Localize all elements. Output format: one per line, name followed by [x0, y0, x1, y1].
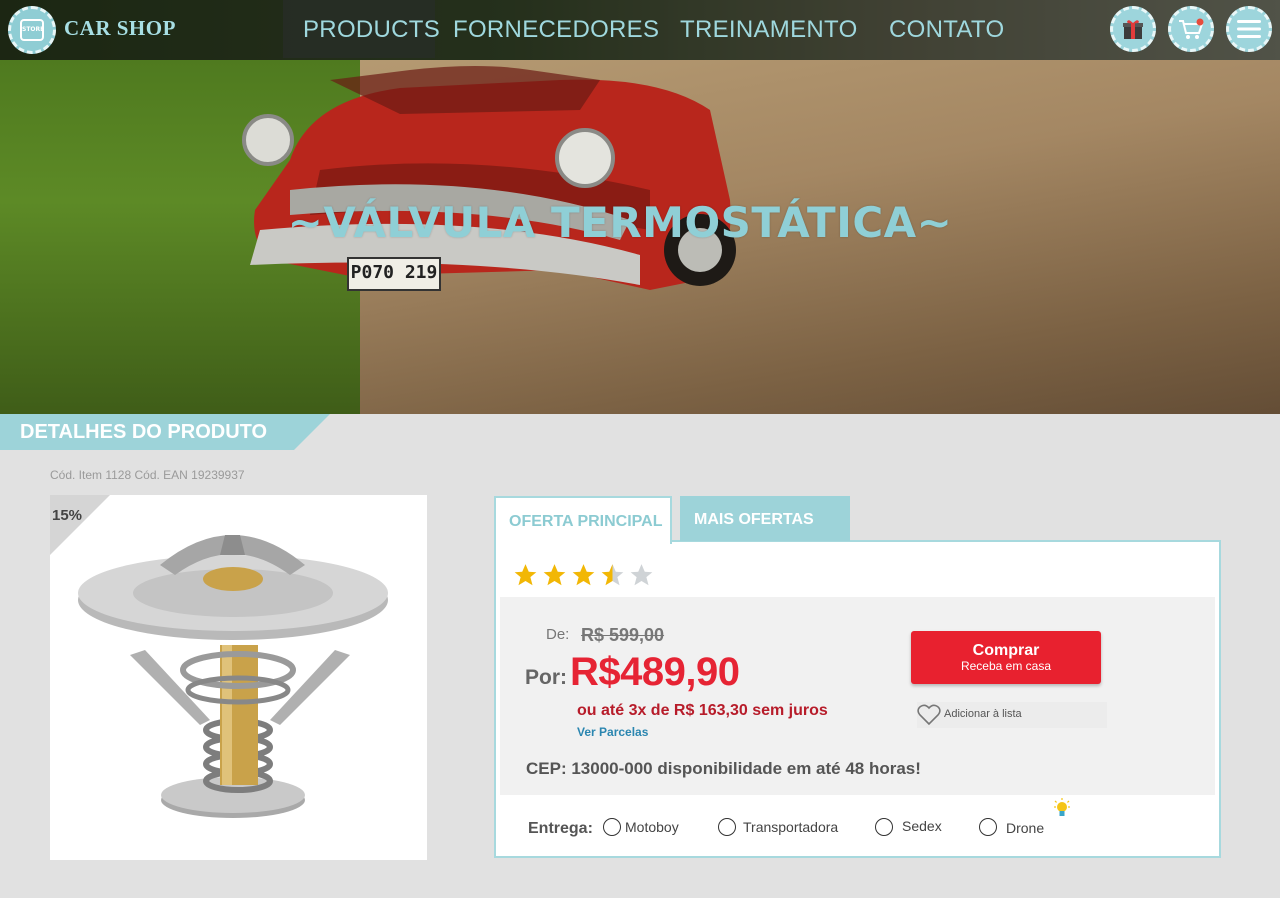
product-image-box[interactable]: 15% — [50, 495, 427, 860]
brand-name[interactable]: CAR SHOP — [64, 16, 176, 41]
star-half-icon — [601, 564, 624, 586]
add-to-list-label: Adicionar à lista — [944, 708, 1022, 720]
cep-availability: CEP: 13000-000 disponibilidade em até 48… — [526, 759, 921, 778]
old-price: R$ 599,00 — [581, 625, 665, 645]
store-logo-badge: STORE — [20, 19, 44, 41]
price-label: Por: — [525, 666, 567, 689]
delivery-label-sedex: Sedex — [902, 818, 942, 834]
delivery-radio-sedex[interactable] — [875, 818, 893, 836]
add-to-list-button[interactable]: Adicionar à lista — [917, 702, 1107, 728]
current-price: R$489,90 — [570, 650, 740, 694]
license-plate: P070 219 — [350, 262, 438, 283]
cart-icon — [1179, 18, 1204, 39]
buy-button-title: Comprar — [972, 642, 1040, 659]
discount-badge: 15% — [52, 507, 83, 524]
menu-button[interactable] — [1226, 6, 1272, 52]
buy-button[interactable]: Comprar Receba em casa — [911, 631, 1101, 684]
tab-mais-ofertas-label: MAIS OFERTAS — [694, 511, 814, 528]
buy-button-subtitle: Receba em casa — [960, 659, 1052, 673]
gift-icon — [1123, 20, 1143, 39]
delivery-radio-drone[interactable] — [979, 818, 997, 836]
old-price-label: De: — [546, 626, 570, 643]
gift-button[interactable] — [1110, 6, 1156, 52]
details-header-title: DETALHES DO PRODUTO — [20, 421, 268, 443]
product-codes: Cód. Item 1128 Cód. EAN 19239937 — [50, 468, 245, 482]
lightbulb-icon — [1054, 798, 1070, 816]
nav-item-contato[interactable]: CONTATO — [889, 16, 1004, 44]
delivery-label-drone: Drone — [1006, 820, 1045, 836]
nav-item-fornecedores[interactable]: FORNECEDORES — [453, 16, 659, 44]
rating-stars[interactable] — [512, 562, 655, 588]
delivery-label: Entrega: — [528, 820, 593, 837]
delivery-radio-transportadora[interactable] — [718, 818, 736, 836]
delivery-label-motoboy: Motoboy — [625, 819, 679, 835]
ver-parcelas-link[interactable]: Ver Parcelas — [577, 725, 648, 739]
star-empty-icon — [630, 564, 653, 586]
installments-text: ou até 3x de R$ 163,30 sem juros — [577, 702, 828, 719]
tab-oferta-principal-label: OFERTA PRINCIPAL — [509, 513, 663, 530]
delivery-radio-motoboy[interactable] — [603, 818, 621, 836]
store-logo[interactable]: STORE — [8, 6, 56, 54]
tab-oferta-principal[interactable]: OFERTA PRINCIPAL — [494, 496, 672, 544]
heart-icon — [917, 704, 941, 726]
vintage-car-image — [242, 66, 736, 291]
hamburger-menu-icon — [1237, 20, 1261, 38]
nav-item-products[interactable]: PRODUCTS — [303, 16, 440, 44]
star-full-icon — [572, 564, 595, 586]
star-full-icon — [543, 564, 566, 586]
delivery-label-transportadora: Transportadora — [743, 819, 839, 835]
tab-mais-ofertas[interactable]: MAIS OFERTAS — [680, 496, 850, 541]
star-full-icon — [514, 564, 537, 586]
hero-banner: P070 219 ~VÁLVULA TERMOSTÁTICA~ — [0, 0, 1280, 414]
hero-title: ~VÁLVULA TERMOSTÁTICA~ — [287, 198, 953, 247]
cart-button[interactable] — [1168, 6, 1214, 52]
nav-item-treinamento[interactable]: TREINAMENTO — [680, 16, 858, 44]
discount-corner — [50, 495, 110, 555]
